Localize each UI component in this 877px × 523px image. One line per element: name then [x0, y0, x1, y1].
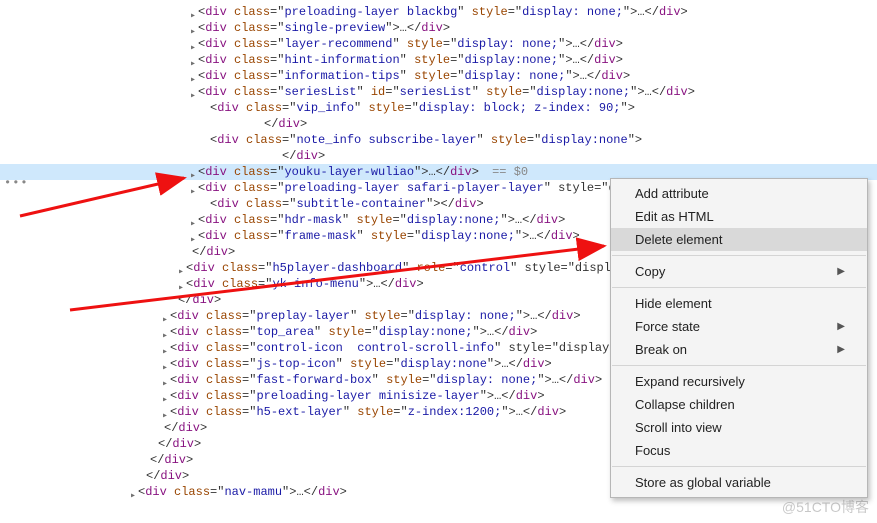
menu-item-break-on[interactable]: Break on ▶ [611, 338, 867, 361]
menu-item-label: Expand recursively [635, 374, 745, 389]
expand-toggle-icon[interactable] [188, 55, 198, 65]
dom-node-text[interactable]: <div class="layer-recommend" style="disp… [198, 36, 623, 52]
expand-toggle-icon[interactable] [188, 167, 198, 177]
dom-node-text[interactable]: <div class="yk-info-menu">…</div> [186, 276, 424, 292]
dom-node-text[interactable]: <div class="youku-layer-wuliao">…</div> [198, 164, 479, 180]
menu-item-label: Hide element [635, 296, 712, 311]
menu-item-label: Break on [635, 342, 687, 357]
menu-item-label: Copy [635, 264, 665, 279]
dom-node-text[interactable]: <div class="fast-forward-box" style="dis… [170, 372, 602, 388]
dom-node-text[interactable]: </div> [192, 244, 235, 260]
dom-node-text[interactable]: <div class="nav-mamu">…</div> [138, 484, 347, 500]
dom-node-text[interactable]: <div class="vip_info" style="display: bl… [210, 100, 635, 116]
menu-separator [612, 255, 866, 256]
dom-node-text[interactable]: </div> [146, 468, 189, 484]
menu-item-label: Scroll into view [635, 420, 722, 435]
dom-node-text[interactable]: <div class="h5player-dashboard" role="co… [186, 260, 633, 276]
menu-item-copy[interactable]: Copy ▶ [611, 260, 867, 283]
expand-toggle-icon[interactable] [176, 263, 186, 273]
menu-item-force-state[interactable]: Force state ▶ [611, 315, 867, 338]
expand-toggle-icon[interactable] [160, 343, 170, 353]
dom-node-text[interactable]: </div> [264, 116, 307, 132]
menu-item-scroll-into-view[interactable]: Scroll into view [611, 416, 867, 439]
menu-item-delete-element[interactable]: Delete element [611, 228, 867, 251]
menu-item-label: Focus [635, 443, 670, 458]
expand-toggle-icon[interactable] [188, 231, 198, 241]
dom-node-text[interactable]: </div> [282, 148, 325, 164]
dom-line[interactable]: </div> [0, 148, 877, 164]
gutter-actions-icon[interactable]: ••• [4, 176, 29, 190]
dom-node-text[interactable]: <div class="control-icon control-scroll-… [170, 340, 631, 356]
menu-separator [612, 287, 866, 288]
menu-item-label: Add attribute [635, 186, 709, 201]
dom-node-text[interactable]: <div class="hint-information" style="dis… [198, 52, 623, 68]
dom-line[interactable]: <div class="preloading-layer blackbg" st… [0, 4, 877, 20]
expand-toggle-icon[interactable] [176, 279, 186, 289]
submenu-arrow-icon: ▶ [837, 266, 845, 277]
menu-item-add-attribute[interactable]: Add attribute [611, 182, 867, 205]
expand-toggle-icon[interactable] [160, 391, 170, 401]
dom-node-text[interactable]: <div class="seriesList" id="seriesList" … [198, 84, 695, 100]
menu-item-collapse-children[interactable]: Collapse children [611, 393, 867, 416]
menu-item-label: Force state [635, 319, 700, 334]
expand-toggle-icon[interactable] [188, 71, 198, 81]
submenu-arrow-icon: ▶ [837, 344, 845, 355]
dom-node-text[interactable]: <div class="subtitle-container"></div> [210, 196, 484, 212]
menu-item-label: Delete element [635, 232, 722, 247]
menu-item-label: Collapse children [635, 397, 735, 412]
menu-separator [612, 466, 866, 467]
dom-node-text[interactable]: <div class="top_area" style="display:non… [170, 324, 537, 340]
dom-node-text[interactable]: <div class="js-top-icon" style="display:… [170, 356, 552, 372]
menu-item-hide-element[interactable]: Hide element [611, 292, 867, 315]
expand-toggle-icon[interactable] [188, 39, 198, 49]
dom-node-text[interactable]: <div class="h5-ext-layer" style="z-index… [170, 404, 566, 420]
expand-toggle-icon[interactable] [188, 87, 198, 97]
menu-item-edit-as-html[interactable]: Edit as HTML [611, 205, 867, 228]
submenu-arrow-icon: ▶ [837, 321, 845, 332]
expand-toggle-icon[interactable] [128, 487, 138, 497]
expand-toggle-icon[interactable] [160, 359, 170, 369]
context-menu[interactable]: Add attribute Edit as HTML Delete element C… [610, 178, 868, 498]
dom-line[interactable]: <div class="information-tips" style="dis… [0, 68, 877, 84]
expand-toggle-icon[interactable] [160, 311, 170, 321]
menu-item-label: Edit as HTML [635, 209, 714, 224]
expand-toggle-icon[interactable] [160, 327, 170, 337]
expand-toggle-icon[interactable] [160, 375, 170, 385]
expand-toggle-icon[interactable] [188, 215, 198, 225]
menu-item-label: Store as global variable [635, 475, 771, 490]
dom-node-text[interactable]: <div class="information-tips" style="dis… [198, 68, 630, 84]
dom-node-text[interactable]: <div class="preloading-layer blackbg" st… [198, 4, 688, 20]
dom-node-text[interactable]: <div class="preplay-layer" style="displa… [170, 308, 581, 324]
expand-toggle-icon[interactable] [188, 183, 198, 193]
menu-separator [612, 365, 866, 366]
dom-node-text[interactable]: <div class="hdr-mask" style="display:non… [198, 212, 565, 228]
dom-node-text[interactable]: <div class="note_info subscribe-layer" s… [210, 132, 642, 148]
dom-node-text[interactable]: </div> [164, 420, 207, 436]
expand-toggle-icon[interactable] [160, 407, 170, 417]
dom-node-text[interactable]: <div class="preloading-layer safari-play… [198, 180, 630, 196]
dom-line[interactable]: <div class="seriesList" id="seriesList" … [0, 84, 877, 100]
dom-line[interactable]: </div> [0, 116, 877, 132]
expand-toggle-icon[interactable] [188, 7, 198, 17]
dom-node-text[interactable]: <div class="single-preview">…</div> [198, 20, 450, 36]
dom-node-text[interactable]: <div class="preloading-layer minisize-la… [170, 388, 545, 404]
expand-toggle-icon[interactable] [188, 23, 198, 33]
dom-node-text[interactable]: <div class="frame-mask" style="display:n… [198, 228, 580, 244]
dom-line[interactable]: <div class="vip_info" style="display: bl… [0, 100, 877, 116]
dom-line[interactable]: <div class="layer-recommend" style="disp… [0, 36, 877, 52]
menu-item-store-as-global-variable[interactable]: Store as global variable [611, 471, 867, 494]
watermark: @51CTO博客 [782, 497, 869, 517]
dom-node-text[interactable]: </div> [150, 452, 193, 468]
dom-node-text[interactable]: </div> [178, 292, 221, 308]
menu-item-expand-recursively[interactable]: Expand recursively [611, 370, 867, 393]
menu-item-focus[interactable]: Focus [611, 439, 867, 462]
dom-line[interactable]: <div class="note_info subscribe-layer" s… [0, 132, 877, 148]
dom-node-text[interactable]: </div> [158, 436, 201, 452]
dom-line[interactable]: <div class="single-preview">…</div> [0, 20, 877, 36]
selected-node-indicator: == $0 [485, 164, 528, 180]
dom-line[interactable]: <div class="hint-information" style="dis… [0, 52, 877, 68]
